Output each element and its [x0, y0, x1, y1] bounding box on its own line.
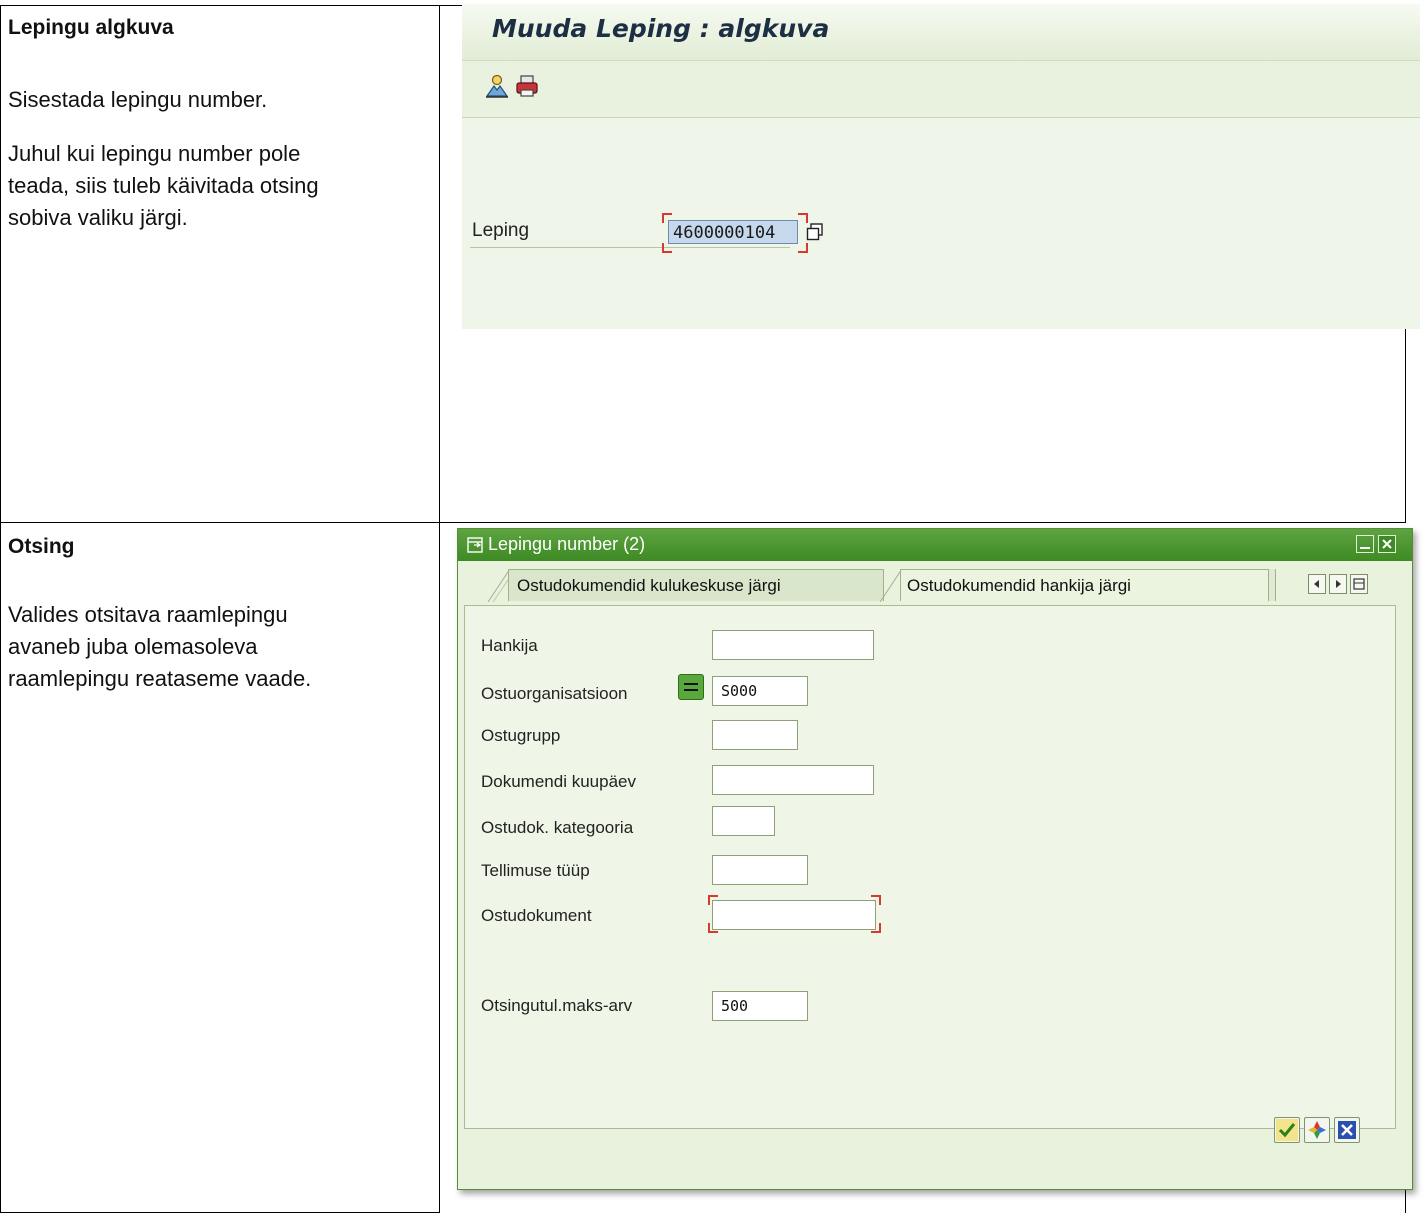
field-label-ostudokument: Ostudokument	[481, 906, 592, 925]
screen-title: Muuda Leping : algkuva	[492, 14, 830, 43]
ostudokument-input[interactable]	[712, 900, 876, 930]
row1-para2-line1: Juhul kui lepingu number pole	[8, 141, 301, 166]
screen-body: Leping 4600000104	[462, 118, 1420, 329]
search-criteria-panel: Hankija Ostuorganisatsioon S000 Ostugrup…	[464, 605, 1396, 1129]
value-help-icon[interactable]	[806, 223, 824, 241]
tab-scroll-right-button[interactable]	[1329, 574, 1347, 594]
table-row-divider	[0, 522, 1406, 523]
table-column-divider	[439, 5, 440, 1213]
cancel-button[interactable]	[1334, 1117, 1360, 1143]
row1-para2-line3: sobiva valiku järgi.	[8, 205, 188, 230]
row2-para-line2: avaneb juba olemasoleva	[8, 634, 258, 659]
row1-heading: Lepingu algkuva	[8, 16, 174, 39]
row1-para2-line2: teada, siis tuleb käivitada otsing	[8, 173, 319, 198]
multiple-selection-icon	[1308, 1121, 1326, 1139]
field-label-hankija: Hankija	[481, 636, 538, 655]
ostuorganisatsioon-input[interactable]: S000	[712, 676, 808, 706]
required-marker-tr	[798, 213, 808, 223]
close-icon	[1382, 539, 1392, 549]
row1-para1: Sisestada lepingu number.	[8, 87, 268, 112]
tab-list-button[interactable]	[1350, 574, 1368, 594]
minimize-icon	[1360, 547, 1370, 549]
tellimuse-tuup-input[interactable]	[712, 855, 808, 885]
table-border-left	[0, 5, 1, 1213]
dialog-window-icon	[467, 537, 483, 553]
dialog-title: Lepingu number (2)	[488, 534, 646, 554]
field-label-ostugrupp: Ostugrupp	[481, 726, 561, 745]
row2-para-line3: raamlepingu reataseme vaade.	[8, 666, 312, 691]
confirm-button[interactable]	[1274, 1117, 1300, 1143]
confirm-check-icon	[1276, 1119, 1298, 1141]
sap-initial-screen: Muuda Leping : algkuva Leping 4600000104	[462, 4, 1420, 329]
print-icon[interactable]	[514, 73, 540, 99]
minimize-button[interactable]	[1356, 535, 1374, 553]
field-label-dokumendi-kuupaev: Dokumendi kuupäev	[481, 772, 636, 791]
triangle-left-icon	[1314, 580, 1319, 588]
otsingutul-maks-arv-input[interactable]: 500	[712, 991, 808, 1021]
row1-text-cell: Lepingu algkuva Sisestada lepingu number…	[8, 12, 433, 234]
search-help-dialog: Lepingu number (2) Ostudokumendid kuluke…	[457, 528, 1413, 1190]
field-label-tellimuse-tuup: Tellimuse tüüp	[481, 861, 590, 880]
tab-edge-decoration	[488, 569, 510, 602]
label-underline	[470, 247, 790, 248]
screen-title-bar: Muuda Leping : algkuva	[462, 4, 1420, 61]
required-marker-br	[798, 243, 808, 253]
ostugrupp-input[interactable]	[712, 720, 798, 750]
tab-edge-decoration	[880, 569, 902, 602]
multisel-bar	[684, 689, 698, 691]
row2-para-line1: Valides otsitava raamlepingu	[8, 602, 288, 627]
leping-input[interactable]: 4600000104	[668, 220, 798, 244]
tabstrip: Ostudokumendid kulukeskuse järgi Ostudok…	[464, 569, 1402, 605]
table-border-bottom	[0, 1212, 440, 1213]
row2-heading: Otsing	[8, 535, 75, 558]
tab-scroll-left-button[interactable]	[1308, 574, 1326, 594]
cancel-icon	[1338, 1121, 1356, 1139]
close-button[interactable]	[1378, 535, 1396, 553]
tab-cost-center-label: Ostudokumendid kulukeskuse järgi	[517, 576, 781, 595]
required-marker-bl	[662, 243, 672, 253]
multiple-selection-button[interactable]	[678, 674, 704, 700]
application-toolbar	[462, 61, 1420, 118]
field-label-ostuorganisatsioon: Ostuorganisatsioon	[481, 684, 628, 703]
tab-supplier-label: Ostudokumendid hankija järgi	[907, 576, 1131, 595]
field-label-ostudok-kategooria: Ostudok. kategooria	[481, 818, 634, 837]
tab-overflow-edge	[1268, 569, 1276, 601]
other-object-icon[interactable]	[484, 73, 510, 99]
tab-list-icon	[1353, 578, 1365, 590]
multiple-selection-dialog-button[interactable]	[1304, 1117, 1330, 1143]
triangle-right-icon	[1336, 580, 1341, 588]
tab-supplier[interactable]: Ostudokumendid hankija järgi	[900, 569, 1270, 601]
table-border-right-lower	[1405, 1188, 1406, 1213]
multisel-bar	[684, 683, 698, 685]
tab-cost-center[interactable]: Ostudokumendid kulukeskuse järgi	[508, 569, 884, 601]
dokumendi-kuupaev-input[interactable]	[712, 765, 874, 795]
dialog-title-bar: Lepingu number (2)	[458, 529, 1412, 561]
leping-label: Leping	[472, 220, 530, 241]
ostudok-kategooria-input[interactable]	[712, 806, 775, 836]
row2-text-cell: Otsing Valides otsitava raamlepingu avan…	[8, 531, 433, 695]
hankija-input[interactable]	[712, 630, 874, 660]
field-label-otsingutul-maks-arv: Otsingutul.maks-arv	[481, 996, 633, 1015]
